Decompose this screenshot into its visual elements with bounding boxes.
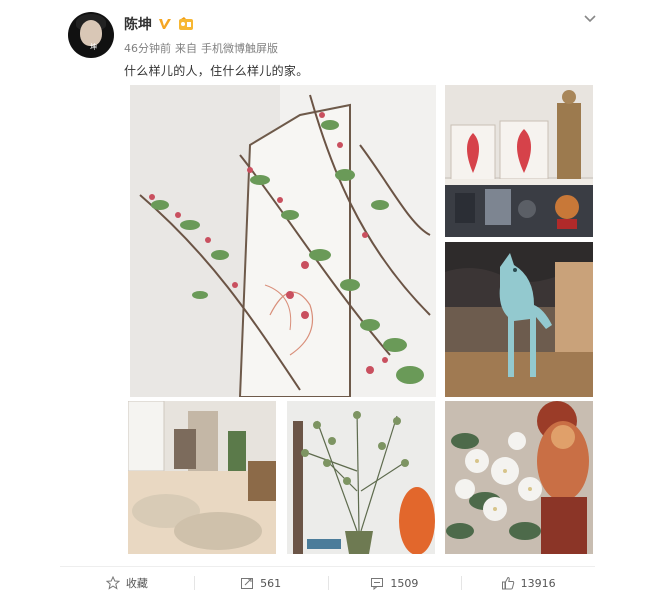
star-icon [105, 576, 120, 590]
like-icon [501, 576, 514, 590]
photo-4-floor-cushions[interactable] [128, 401, 276, 554]
like-button[interactable]: 13916 [461, 570, 595, 596]
weibo-post-card: 坤 陈坤 46分钟前 来自 手机微博触屏版 什么样儿的人，住什么样儿的家。 收藏… [0, 0, 651, 596]
post-text: 什么样儿的人，住什么样儿的家。 [124, 64, 309, 78]
source-prefix: 来自 [175, 42, 197, 55]
action-bar: 收藏 561 1509 13916 [60, 570, 595, 596]
post-meta: 46分钟前 来自 手机微博触屏版 [124, 40, 278, 56]
photo-2-shelf-papercuts[interactable] [445, 85, 593, 237]
repost-button[interactable]: 561 [193, 570, 328, 596]
favorite-label: 收藏 [125, 577, 148, 590]
avatar[interactable]: 坤 [68, 12, 114, 58]
photo-6-buddha-flowers[interactable] [445, 401, 593, 554]
post-source[interactable]: 手机微博触屏版 [201, 40, 278, 56]
photo-5-vase-branches[interactable] [287, 401, 435, 554]
repost-icon [241, 578, 254, 589]
photo-1-flower-branches[interactable] [130, 85, 436, 397]
like-count: 13916 [520, 576, 556, 590]
photo-3-unicorn-statue[interactable] [445, 242, 593, 397]
avatar-signature: 坤 [90, 43, 97, 51]
repost-count: 561 [260, 576, 282, 590]
comment-count: 1509 [390, 576, 419, 590]
comment-icon [371, 578, 384, 590]
comment-button[interactable]: 1509 [327, 570, 462, 596]
action-bar-divider [60, 566, 595, 567]
post-time[interactable]: 46分钟前 [124, 40, 171, 56]
author-name[interactable]: 陈坤 [124, 14, 152, 34]
vip-badge-icon[interactable] [178, 17, 194, 31]
favorite-button[interactable]: 收藏 [60, 570, 194, 596]
chevron-down-icon[interactable] [582, 10, 598, 26]
author-row: 陈坤 [124, 14, 194, 34]
verified-v-icon [159, 19, 171, 29]
